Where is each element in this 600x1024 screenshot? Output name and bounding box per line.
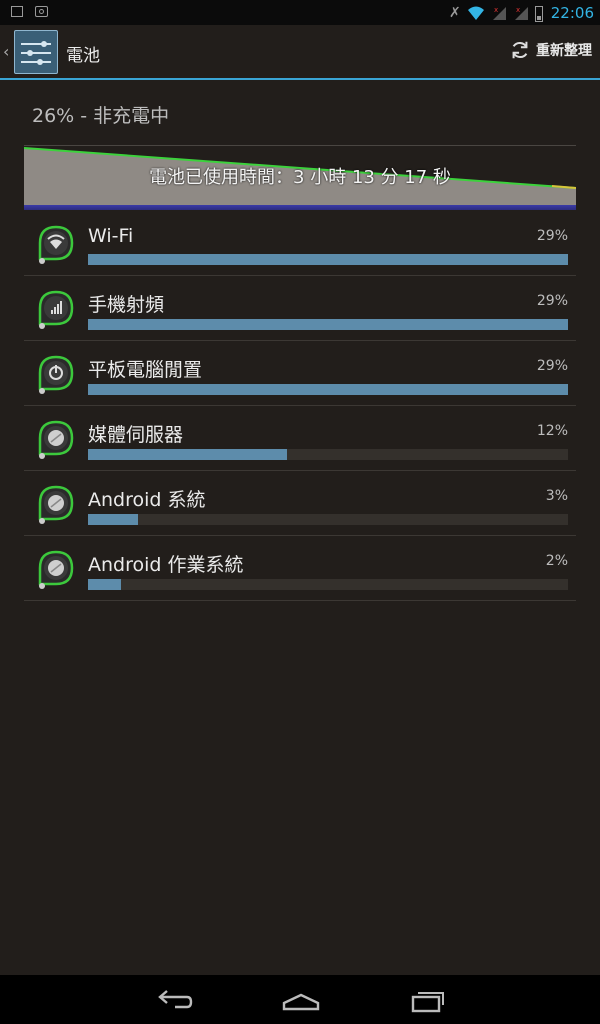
svg-text:x: x (494, 6, 498, 14)
refresh-button[interactable]: 重新整理 (509, 39, 592, 61)
usage-percent: 2% (545, 553, 568, 569)
usage-row[interactable]: 平板電腦閒置 29% (24, 341, 576, 406)
battery-usage-list: Wi-Fi 29% 手機射頻 29% 平板電腦閒置 29% 媒體伺服器 12% Android … (24, 211, 576, 601)
battery-usage-time: 電池已使用時間：3 小時 13 分 17 秒 (149, 167, 451, 188)
back-icon[interactable] (153, 987, 193, 1013)
signal-icon: x (514, 6, 528, 20)
cell-signal-icon (38, 290, 74, 329)
mute-icon: ✗ (449, 5, 461, 21)
usage-bar-fill (88, 449, 287, 460)
usage-percent: 29% (536, 358, 568, 374)
usage-name: Android 作業系統 (88, 554, 244, 576)
usage-row[interactable]: Android 作業系統 2% (24, 536, 576, 601)
app-icon (38, 550, 74, 589)
wifi-icon (467, 6, 484, 20)
svg-text:x: x (516, 6, 520, 14)
usage-percent: 29% (536, 293, 568, 309)
usage-name: Android 系統 (88, 489, 206, 511)
usage-row[interactable]: Android 系統 3% (24, 471, 576, 536)
usage-name: 媒體伺服器 (88, 424, 184, 446)
navigation-bar (0, 975, 600, 1024)
usage-percent: 3% (545, 488, 568, 504)
usage-bar-fill (88, 579, 122, 590)
app-icon (38, 420, 74, 459)
usage-percent: 29% (536, 228, 568, 244)
wifi-icon (38, 225, 74, 264)
usage-bar-fill (88, 384, 568, 395)
home-icon[interactable] (281, 987, 321, 1013)
settings-app-icon[interactable] (14, 30, 58, 74)
status-bar: ✗ x x 22:06 (0, 0, 600, 25)
clock: 22:06 (550, 4, 594, 22)
usage-percent: 12% (536, 423, 568, 439)
app-icon (38, 485, 74, 524)
usage-name: 平板電腦閒置 (88, 359, 203, 381)
refresh-label: 重新整理 (536, 43, 592, 59)
usage-name: Wi-Fi (88, 225, 134, 247)
page-title: 電池 (66, 46, 100, 66)
power-icon (38, 355, 74, 394)
recents-icon[interactable] (409, 987, 449, 1013)
up-caret-icon[interactable]: ‹ (3, 42, 9, 61)
refresh-icon (512, 41, 528, 59)
usage-bar-track (88, 579, 568, 590)
usage-bar-track (88, 384, 568, 395)
usage-bar-track (88, 319, 568, 330)
action-bar: ‹ 電池 重新整理 (0, 25, 600, 79)
signal-icon: x (492, 6, 506, 20)
action-bar-divider (0, 78, 600, 80)
usage-row[interactable]: 媒體伺服器 12% (24, 406, 576, 471)
usage-bar-fill (88, 254, 568, 265)
battery-status-text: 26% - 非充電中 (32, 105, 170, 127)
usage-bar-track (88, 449, 568, 460)
usage-bar-fill (88, 319, 568, 330)
usage-bar-track (88, 254, 568, 265)
usage-name: 手機射頻 (88, 294, 165, 316)
usage-bar-track (88, 514, 568, 525)
usage-row[interactable]: 手機射頻 29% (24, 276, 576, 341)
charging-indicator-bar (24, 205, 576, 210)
image-notification-icon (11, 6, 23, 17)
battery-icon (534, 5, 543, 22)
usage-row[interactable]: Wi-Fi 29% (24, 211, 576, 276)
usage-bar-fill (88, 514, 138, 525)
screenshot-notification-icon (35, 6, 48, 17)
